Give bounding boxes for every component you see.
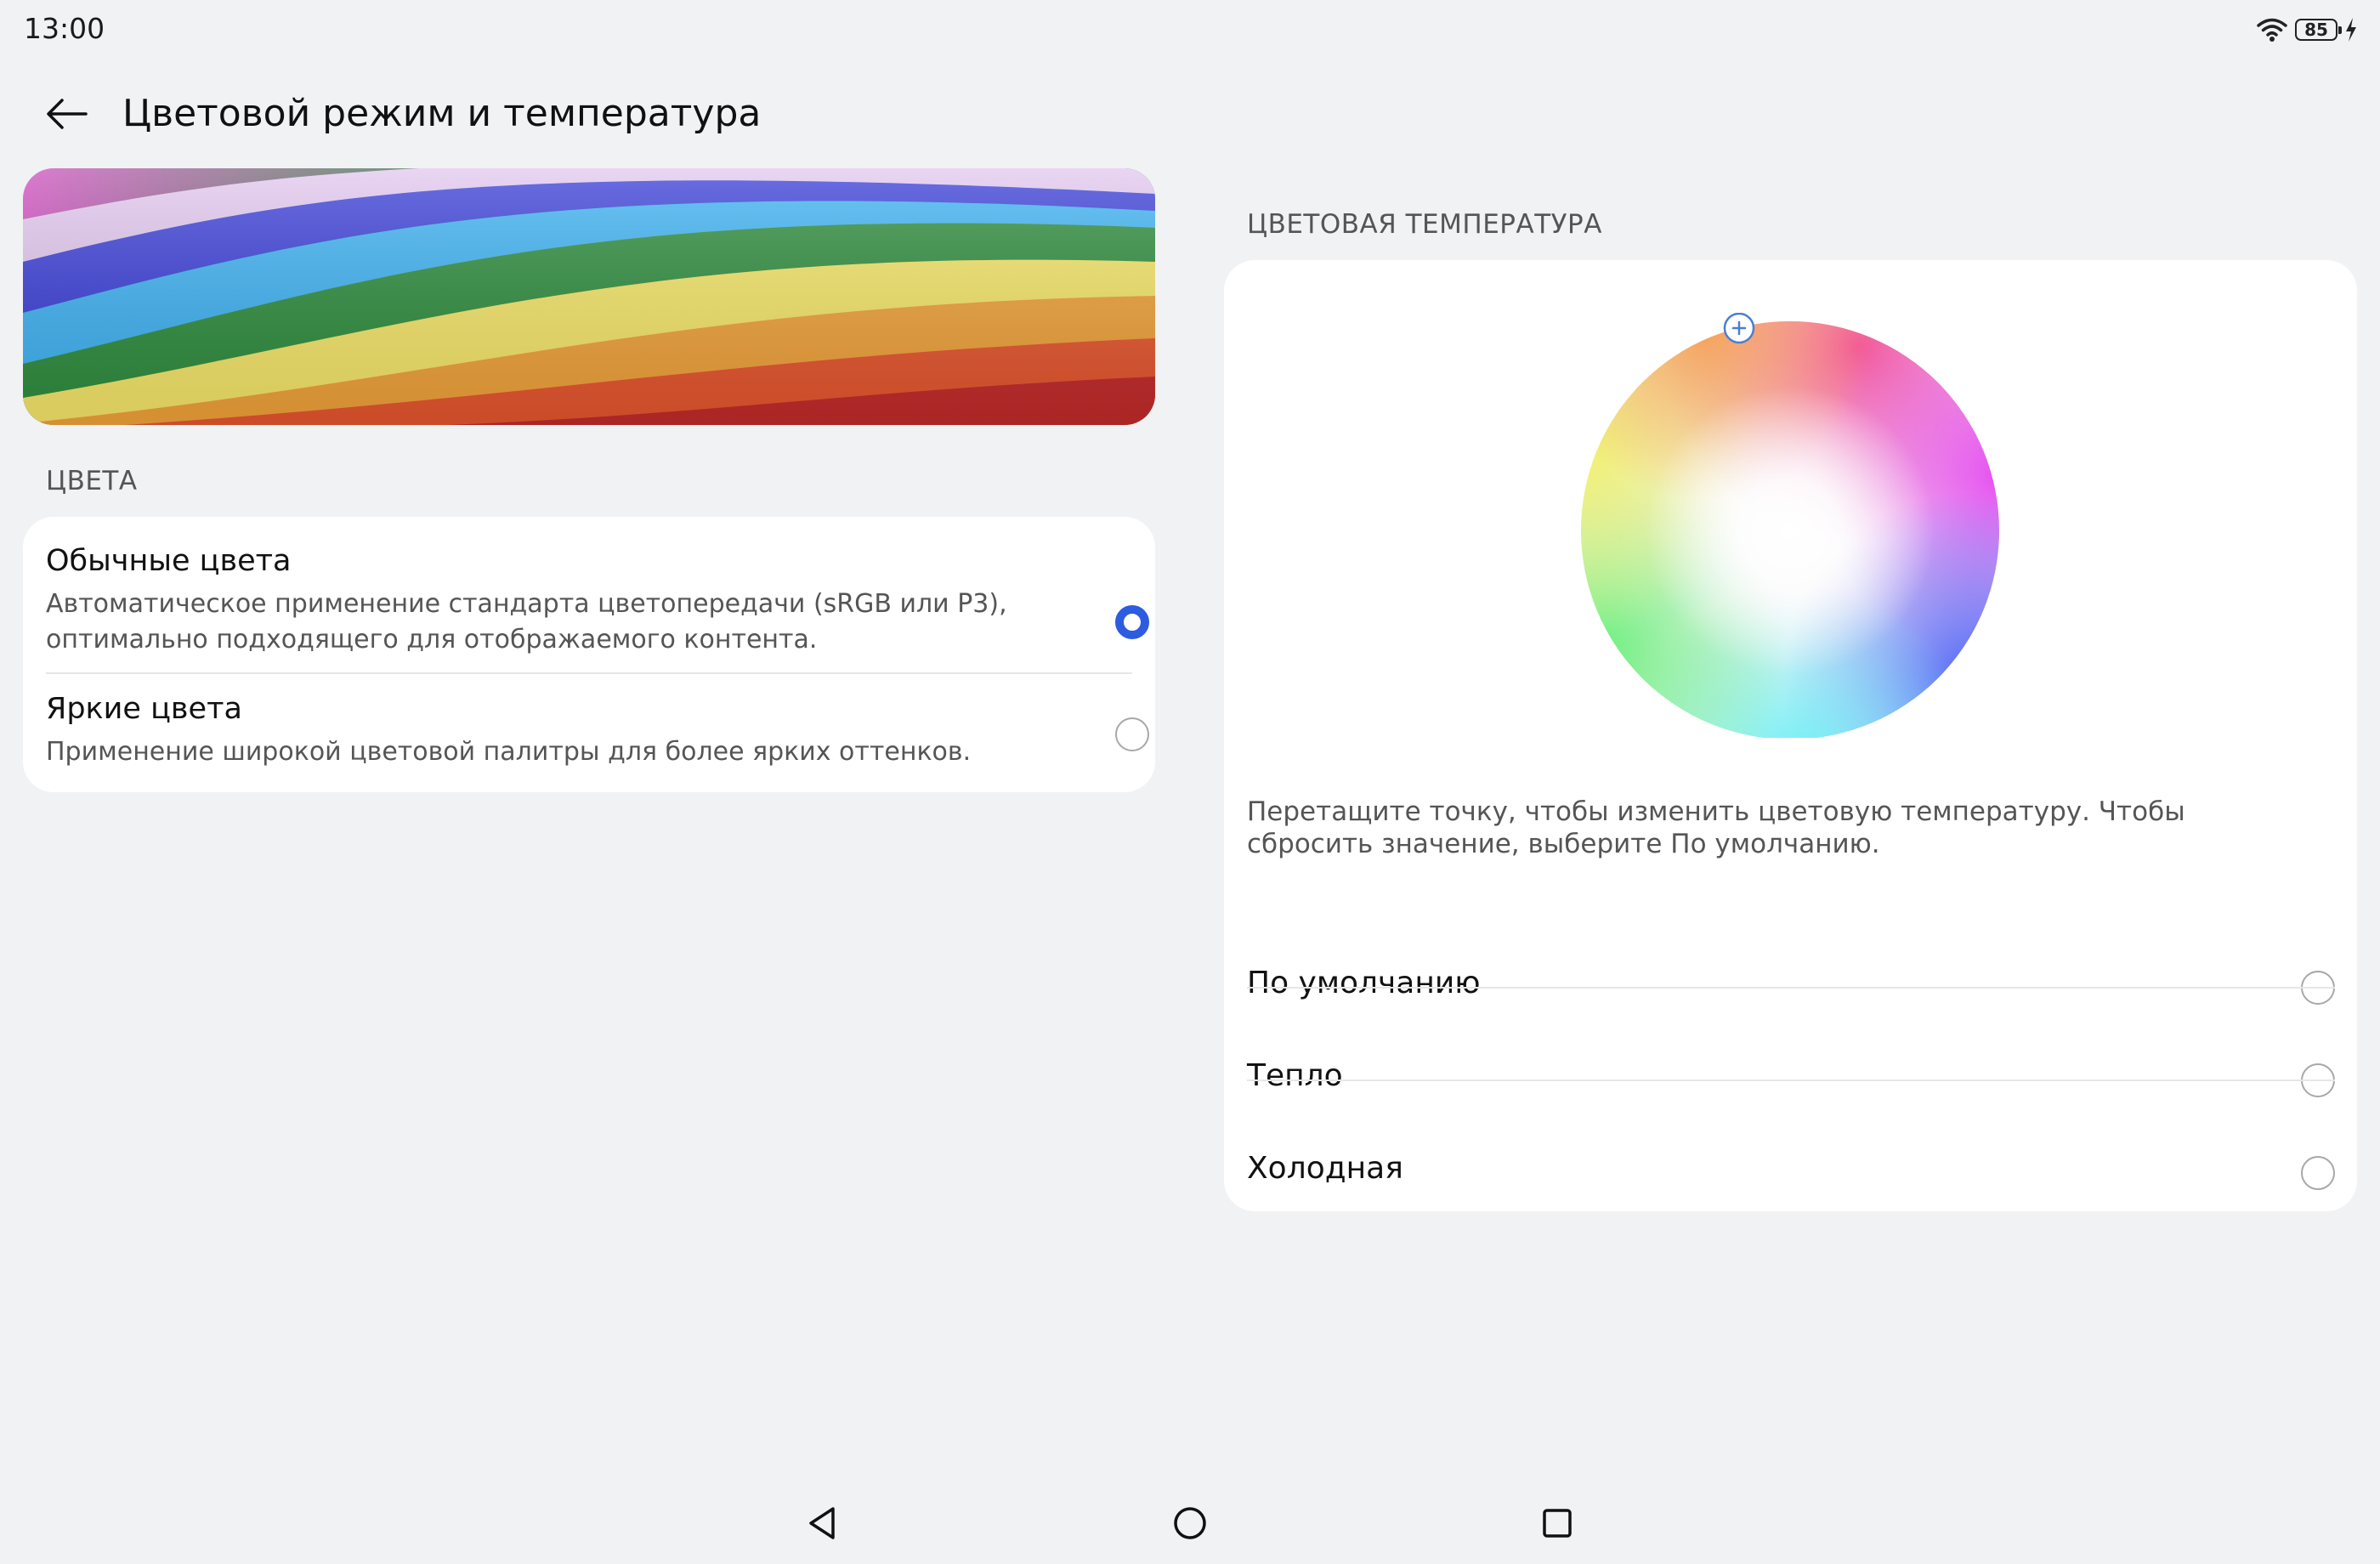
section-label-temperature: ЦВЕТОВАЯ ТЕМПЕРАТУРА: [1247, 209, 1602, 240]
status-time: 13:00: [24, 12, 105, 45]
charging-bolt-icon: [2344, 17, 2358, 42]
option-description: Применение широкой цветовой палитры для …: [46, 737, 972, 767]
temperature-hint: Перетащите точку, чтобы изменить цветову…: [1247, 796, 2185, 859]
option-title: Яркие цвета: [46, 692, 242, 726]
option-normal-colors[interactable]: Обычные цвета Автоматическое применение …: [46, 544, 1149, 688]
divider: [1247, 987, 2335, 989]
option-description: Автоматическое применение стандарта цвет…: [46, 589, 1007, 654]
radio-normal-colors[interactable]: [1115, 605, 1149, 639]
back-button[interactable]: [37, 94, 97, 138]
section-label-colors: ЦВЕТА: [46, 466, 138, 496]
nav-back-button[interactable]: [797, 1498, 848, 1549]
header: Цветовой режим и температура: [0, 82, 1190, 150]
wifi-icon: [2256, 17, 2288, 42]
nav-home-button[interactable]: [1164, 1498, 1216, 1549]
color-temperature-card: Перетащите точку, чтобы изменить цветову…: [1224, 260, 2357, 1211]
color-temperature-wheel[interactable]: [1578, 313, 2003, 738]
arrow-left-icon: [45, 97, 89, 134]
color-mode-card: Обычные цвета Автоматическое применение …: [23, 517, 1155, 792]
option-temp-cold[interactable]: Холодная: [1247, 1127, 2335, 1219]
divider: [46, 672, 1132, 674]
option-vivid-colors[interactable]: Яркие цвета Применение широкой цветовой …: [46, 692, 1149, 777]
option-title: Обычные цвета: [46, 544, 292, 578]
nav-home-icon: [1171, 1504, 1209, 1542]
temperature-handle[interactable]: [1723, 313, 1755, 344]
status-bar: 13:00 85: [0, 0, 2380, 61]
navigation-bar: [0, 1482, 2380, 1564]
temp-option-label: Холодная: [1247, 1151, 1403, 1186]
status-icons: 85: [2256, 17, 2358, 42]
page-title: Цветовой режим и температура: [122, 92, 762, 135]
battery-icon: 85: [2295, 19, 2342, 41]
temp-option-label: Тепло: [1247, 1058, 1343, 1093]
temp-option-label: По умолчанию: [1247, 966, 1481, 1000]
nav-back-icon: [806, 1504, 840, 1542]
nav-recents-icon: [1540, 1506, 1574, 1540]
battery-level: 85: [2304, 20, 2328, 40]
nav-recents-button[interactable]: [1532, 1498, 1583, 1549]
divider: [1247, 1080, 2335, 1081]
color-preview-banner: [23, 168, 1155, 425]
radio-vivid-colors[interactable]: [1115, 717, 1149, 751]
radio-temp-cold[interactable]: [2301, 1156, 2335, 1190]
